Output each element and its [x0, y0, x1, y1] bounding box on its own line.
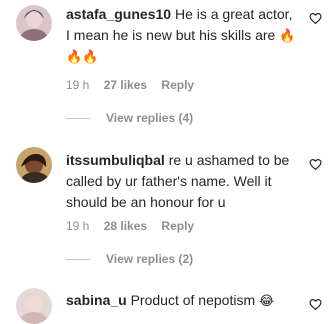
reply-button[interactable]: Reply: [161, 219, 194, 233]
heart-outline-icon[interactable]: [309, 158, 322, 171]
view-replies-button[interactable]: View replies (2): [66, 252, 193, 266]
comment-body: itssumbuliqbal re u ashamed to be called…: [66, 150, 300, 213]
replies-divider: [66, 259, 90, 261]
comment-username[interactable]: itssumbuliqbal: [66, 152, 165, 168]
comment-likes[interactable]: 28 likes: [104, 219, 147, 233]
replies-divider: [66, 118, 90, 120]
avatar[interactable]: [16, 147, 52, 183]
comment-meta: 19 h 28 likes Reply: [66, 219, 205, 233]
reply-button[interactable]: Reply: [161, 78, 194, 92]
avatar[interactable]: [16, 288, 52, 324]
comment-text: Product of nepotism: [130, 292, 256, 308]
view-replies-button[interactable]: View replies (4): [66, 111, 193, 125]
comment-username[interactable]: sabina_u: [66, 292, 127, 308]
heart-outline-icon[interactable]: [309, 298, 322, 311]
view-replies-label: View replies (2): [106, 252, 194, 266]
comment-meta: 19 h 27 likes Reply: [66, 78, 205, 92]
heart-outline-icon[interactable]: [309, 12, 322, 25]
comment-body: astafa_gunes10 He is a great actor, I me…: [66, 4, 300, 67]
comment-time: 19 h: [66, 78, 90, 92]
laughing-emoji: 😂: [259, 293, 275, 308]
comment-time: 19 h: [66, 219, 90, 233]
avatar[interactable]: [16, 5, 52, 41]
fire-emoji: 🔥: [279, 28, 296, 43]
comment-body: sabina_u Product of nepotism 😂: [66, 290, 300, 311]
view-replies-label: View replies (4): [106, 111, 194, 125]
comment-username[interactable]: astafa_gunes10: [66, 6, 171, 22]
fire-emoji-trail: 🔥🔥: [66, 49, 99, 64]
comment-likes[interactable]: 27 likes: [104, 78, 147, 92]
